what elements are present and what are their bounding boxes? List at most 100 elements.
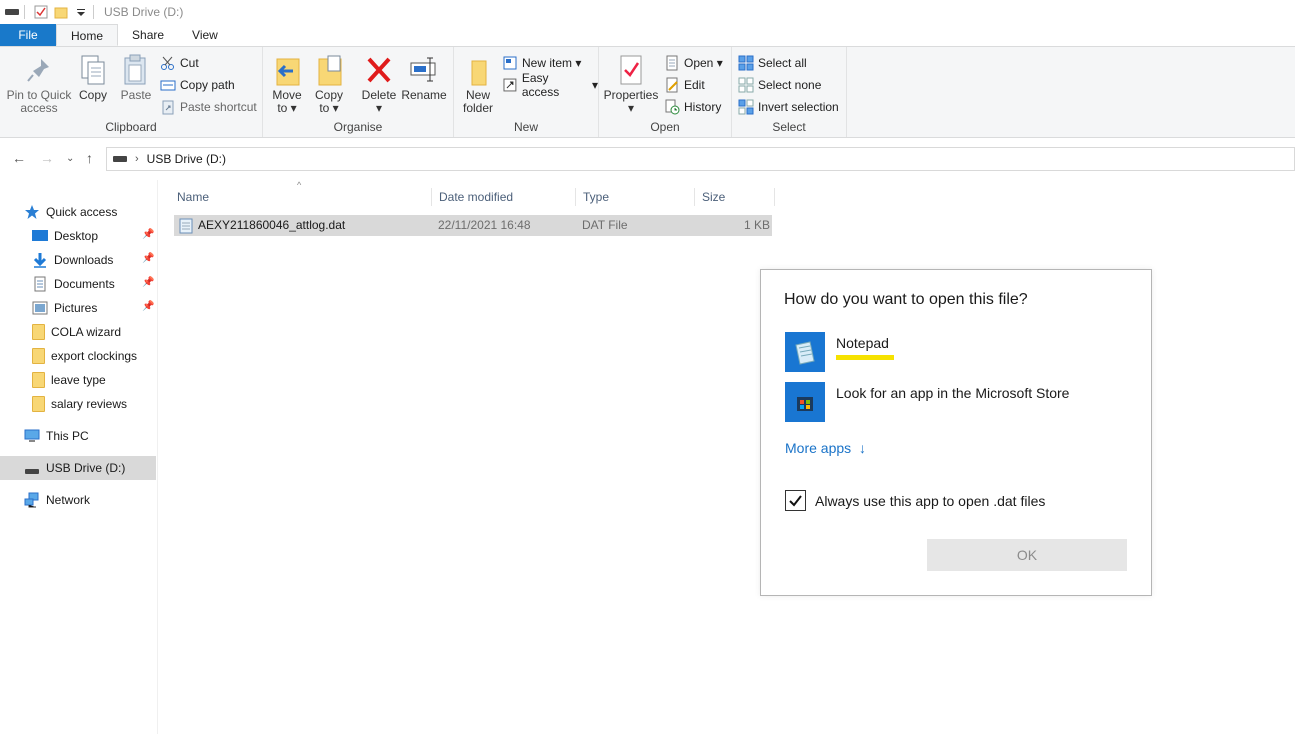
edit-button[interactable]: Edit bbox=[664, 75, 705, 95]
tab-home[interactable]: Home bbox=[56, 24, 119, 46]
breadcrumb-chevron-icon[interactable]: › bbox=[135, 153, 139, 165]
pin-icon: 📌 bbox=[142, 229, 155, 240]
column-header-size[interactable]: Size bbox=[695, 188, 775, 206]
star-icon bbox=[25, 205, 39, 219]
paste-shortcut-button[interactable]: Paste shortcut bbox=[160, 97, 257, 117]
new-item-icon bbox=[503, 56, 517, 70]
sidebar-item-quick-access[interactable]: Quick access bbox=[0, 200, 156, 224]
app-name-microsoft-store: Look for an app in the Microsoft Store bbox=[836, 385, 1070, 401]
delete-dropdown-arrow: ▾ bbox=[375, 101, 383, 115]
column-header-date-modified[interactable]: Date modified bbox=[432, 188, 576, 206]
copy-path-button[interactable]: Copy path bbox=[160, 75, 235, 95]
properties-quick-icon[interactable] bbox=[33, 4, 49, 20]
easy-access-label: Easy access bbox=[521, 71, 560, 99]
separator bbox=[24, 5, 25, 19]
sidebar-item-downloads[interactable]: Downloads 📌 bbox=[0, 248, 156, 272]
up-arrow-icon[interactable]: ↑ bbox=[86, 150, 93, 166]
sidebar-item-leave-type[interactable]: leave type bbox=[0, 368, 156, 392]
always-use-row[interactable]: Always use this app to open .dat files bbox=[785, 490, 1045, 511]
new-group-label: New bbox=[513, 120, 538, 134]
edit-icon bbox=[666, 77, 678, 93]
ribbon-tabs: File Home Share View bbox=[0, 24, 1295, 46]
sidebar-item-label: export clockings bbox=[51, 349, 138, 363]
open-group-label: Open bbox=[650, 120, 680, 134]
more-apps-link[interactable]: More apps ↓ bbox=[785, 440, 866, 456]
sidebar-item-desktop[interactable]: Desktop 📌 bbox=[0, 224, 156, 248]
select-all-button[interactable]: Select all bbox=[738, 53, 807, 73]
file-date-modified: 22/11/2021 16:48 bbox=[438, 218, 531, 232]
select-all-label: Select all bbox=[758, 56, 807, 70]
app-name-notepad: Notepad bbox=[836, 335, 894, 360]
pin-to-quick-access-button[interactable]: Pin to Quick access bbox=[6, 53, 72, 115]
select-none-button[interactable]: Select none bbox=[738, 75, 821, 95]
copy-path-icon bbox=[160, 80, 176, 91]
clipboard-group: Pin to Quick access Copy Paste Cut Copy … bbox=[0, 47, 263, 137]
app-option-microsoft-store[interactable]: Look for an app in the Microsoft Store bbox=[785, 382, 1069, 422]
sidebar-item-documents[interactable]: Documents 📌 bbox=[0, 272, 156, 296]
sidebar-item-label: Network bbox=[46, 493, 91, 507]
paste-shortcut-label: Paste shortcut bbox=[180, 100, 257, 114]
tab-view[interactable]: View bbox=[178, 24, 232, 46]
tab-file[interactable]: File bbox=[0, 24, 56, 46]
pictures-icon bbox=[32, 301, 48, 315]
properties-button[interactable]: Properties ▾ bbox=[603, 53, 659, 115]
invert-selection-button[interactable]: Invert selection bbox=[738, 97, 839, 117]
delete-button[interactable]: Delete ▾ bbox=[359, 53, 399, 115]
paste-button[interactable]: Paste bbox=[118, 53, 154, 102]
more-apps-label: More apps bbox=[785, 440, 852, 456]
open-dropdown: ▾ bbox=[713, 56, 723, 70]
copy-to-button[interactable]: Copy to ▾ bbox=[311, 53, 347, 115]
forward-arrow-icon[interactable]: → bbox=[40, 150, 54, 166]
cut-label: Cut bbox=[180, 56, 199, 70]
navigation-bar: ← → ⌄ ↑ › USB Drive (D:) bbox=[0, 138, 1295, 180]
ribbon: Pin to Quick access Copy Paste Cut Copy … bbox=[0, 46, 1295, 138]
pin-icon: 📌 bbox=[142, 253, 155, 264]
sidebar-item-cola-wizard[interactable]: COLA wizard bbox=[0, 320, 156, 344]
recent-locations-chevron-icon[interactable]: ⌄ bbox=[66, 153, 74, 164]
move-to-button[interactable]: Move to ▾ bbox=[269, 53, 305, 115]
paste-shortcut-icon bbox=[162, 100, 174, 115]
column-header-name[interactable]: Name bbox=[170, 188, 432, 206]
tab-share[interactable]: Share bbox=[118, 24, 178, 46]
new-item-button[interactable]: New item ▾ bbox=[502, 53, 581, 73]
usb-drive-icon bbox=[25, 469, 39, 474]
checkmark-icon bbox=[789, 495, 802, 507]
highlight-marker bbox=[836, 355, 894, 360]
organise-group: Move to ▾ Copy to ▾ Delete ▾ Rename Orga… bbox=[263, 47, 454, 137]
cut-button[interactable]: Cut bbox=[160, 53, 199, 73]
copy-button[interactable]: Copy bbox=[76, 53, 110, 102]
rename-button[interactable]: Rename bbox=[401, 53, 447, 102]
customize-dropdown-icon[interactable] bbox=[73, 4, 89, 20]
sidebar-item-network[interactable]: Network bbox=[0, 488, 156, 512]
history-button[interactable]: History bbox=[664, 97, 721, 117]
pin-icon: 📌 bbox=[142, 301, 155, 312]
table-row[interactable]: AEXY211860046_attlog.dat 22/11/2021 16:4… bbox=[174, 215, 772, 236]
back-arrow-icon[interactable]: ← bbox=[12, 150, 26, 166]
sidebar-item-label: Quick access bbox=[46, 205, 118, 219]
column-header-type[interactable]: Type bbox=[576, 188, 695, 206]
new-folder-button[interactable]: New folder bbox=[460, 53, 496, 115]
sidebar-item-usb-drive[interactable]: USB Drive (D:) bbox=[0, 456, 156, 480]
pin-label-2: access bbox=[20, 101, 58, 115]
dat-file-icon bbox=[179, 218, 193, 234]
edit-label: Edit bbox=[684, 78, 705, 92]
copy-label: Copy bbox=[78, 88, 107, 102]
app-option-notepad[interactable]: Notepad bbox=[785, 332, 894, 372]
easy-access-dropdown: ▾ bbox=[588, 78, 598, 92]
sidebar-item-pictures[interactable]: Pictures 📌 bbox=[0, 296, 156, 320]
sidebar-item-salary-reviews[interactable]: salary reviews bbox=[0, 392, 156, 416]
sidebar-item-label: This PC bbox=[46, 429, 89, 443]
open-button[interactable]: Open ▾ bbox=[664, 53, 723, 73]
always-use-checkbox[interactable] bbox=[785, 490, 806, 511]
drive-icon bbox=[4, 4, 20, 20]
new-folder-quick-icon[interactable] bbox=[53, 4, 69, 20]
address-bar[interactable]: › USB Drive (D:) bbox=[106, 147, 1295, 171]
easy-access-button[interactable]: Easy access ▾ bbox=[502, 71, 598, 99]
sidebar-item-export-clockings[interactable]: export clockings bbox=[0, 344, 156, 368]
sidebar-item-label: leave type bbox=[51, 373, 106, 387]
ok-button[interactable]: OK bbox=[927, 539, 1127, 571]
organise-group-label: Organise bbox=[333, 120, 383, 134]
pin-icon: 📌 bbox=[142, 277, 155, 288]
sidebar-item-this-pc[interactable]: This PC bbox=[0, 424, 156, 448]
breadcrumb-usb-drive[interactable]: USB Drive (D:) bbox=[147, 152, 226, 166]
